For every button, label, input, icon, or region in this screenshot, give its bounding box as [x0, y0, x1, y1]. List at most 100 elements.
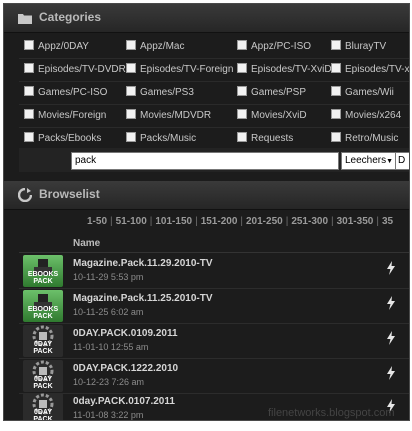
checkbox[interactable] [24, 109, 34, 119]
checkbox[interactable] [237, 109, 247, 119]
separator: | [376, 216, 379, 227]
page-link[interactable]: 301-350 [337, 216, 374, 227]
category-label: Movies/x264 [345, 110, 402, 121]
checkbox[interactable] [126, 132, 136, 142]
checkbox[interactable] [24, 132, 34, 142]
table-row[interactable]: EBOOKS PACK Magazine.Pack.11.29.2010-TV … [19, 254, 409, 289]
checkbox[interactable] [24, 86, 34, 96]
category-label: Episodes/TV-x [345, 64, 410, 75]
lightning-bolt-icon[interactable] [387, 366, 395, 380]
sort-select[interactable]: Leechers ▼ [341, 152, 397, 170]
category-games-ps3[interactable]: Games/PS3 [126, 86, 194, 100]
category-games-psp[interactable]: Games/PSP [237, 86, 306, 100]
separator: | [240, 216, 243, 227]
category-requests[interactable]: Requests [237, 132, 293, 146]
category-retro-music[interactable]: Retro/Music [331, 132, 398, 146]
category-label: Appz/PC-ISO [251, 41, 312, 52]
browselist-header: Browselist [4, 181, 409, 210]
folder-icon [18, 14, 32, 24]
category-movies-mdvdr[interactable]: Movies/MDVDR [126, 109, 211, 123]
page-link[interactable]: 35 [382, 216, 393, 227]
thumb-label: 0DAY PACK [33, 376, 53, 390]
category-label: Movies/MDVDR [140, 110, 212, 121]
torrent-name-link[interactable]: Magazine.Pack.11.29.2010-TV [73, 258, 213, 269]
refresh-icon [18, 188, 32, 202]
torrent-name-link[interactable]: Magazine.Pack.11.25.2010-TV [73, 293, 213, 304]
category-label: Episodes/TV-XviD [251, 64, 332, 75]
checkbox[interactable] [331, 132, 341, 142]
search-input[interactable]: pack [71, 152, 339, 170]
chevron-down-icon: ▼ [386, 158, 393, 165]
category-episodes-tv-foreign[interactable]: Episodes/TV-Foreign [126, 63, 233, 77]
page-link[interactable]: 1-50 [87, 216, 107, 227]
category-label: Games/PSP [251, 87, 307, 98]
torrent-name-link[interactable]: 0DAY.PACK.1222.2010 [73, 363, 178, 374]
category-bluraytv[interactable]: BlurayTV [331, 40, 386, 54]
lightning-bolt-icon[interactable] [387, 261, 395, 275]
category-movies-x264[interactable]: Movies/x264 [331, 109, 401, 123]
category-label: Games/PS3 [140, 87, 194, 98]
lightning-bolt-icon[interactable] [387, 296, 395, 310]
torrent-date: 11-01-10 12:55 am [73, 342, 149, 352]
browselist-title: Browselist [39, 187, 100, 201]
separator: | [149, 216, 153, 227]
page-link[interactable]: 101-150 [155, 216, 192, 227]
category-label: BlurayTV [345, 41, 387, 52]
page-link[interactable]: 251-300 [291, 216, 328, 227]
separator: | [195, 216, 198, 227]
checkbox[interactable] [126, 40, 136, 50]
torrent-name-link[interactable]: 0DAY.PACK.0109.2011 [73, 328, 178, 339]
page-link[interactable]: 201-250 [246, 216, 283, 227]
column-name[interactable]: Name [73, 238, 100, 249]
categories-header: Categories [4, 4, 409, 33]
checkbox[interactable] [237, 40, 247, 50]
category-label: Packs/Ebooks [38, 133, 102, 144]
category-grid: Appz/0DAY Appz/Mac Appz/PC-ISO BlurayTV … [19, 36, 409, 151]
checkbox[interactable] [24, 63, 34, 73]
checkbox[interactable] [237, 63, 247, 73]
torrent-date: 10-11-25 6:02 am [73, 307, 144, 317]
checkbox[interactable] [24, 40, 34, 50]
oday-pack-thumbnail: 0DAY PACK [23, 360, 63, 392]
checkbox[interactable] [126, 109, 136, 119]
app-frame: Categories Appz/0DAY Appz/Mac Appz/PC-IS… [3, 3, 410, 421]
table-row[interactable]: EBOOKS PACK Magazine.Pack.11.25.2010-TV … [19, 289, 409, 324]
category-label: Episodes/TV-Foreign [140, 64, 234, 75]
checkbox[interactable] [237, 132, 247, 142]
categories-title: Categories [39, 10, 102, 24]
checkbox[interactable] [126, 86, 136, 96]
category-row: Movies/Foreign Movies/MDVDR Movies/XviD … [19, 105, 409, 128]
order-select[interactable]: D [395, 152, 409, 170]
category-games-wii[interactable]: Games/Wii [331, 86, 394, 100]
thumb-label: 0DAY PACK [33, 409, 53, 421]
category-packs-ebooks[interactable]: Packs/Ebooks [24, 132, 101, 146]
category-episodes-tv-dvdr[interactable]: Episodes/TV-DVDR [24, 63, 126, 77]
table-row[interactable]: 0DAY PACK 0DAY.PACK.1222.2010 10-12-23 7… [19, 359, 409, 394]
torrent-date: 11-01-08 3:22 pm [73, 410, 144, 420]
checkbox[interactable] [331, 86, 341, 96]
page-link[interactable]: 51-100 [116, 216, 147, 227]
checkbox[interactable] [331, 63, 341, 73]
table-row[interactable]: 0DAY PACK 0DAY.PACK.0109.2011 11-01-10 1… [19, 324, 409, 359]
category-movies-foreign[interactable]: Movies/Foreign [24, 109, 106, 123]
checkbox[interactable] [331, 109, 341, 119]
checkbox[interactable] [331, 40, 341, 50]
category-episodes-tv-x[interactable]: Episodes/TV-x [331, 63, 409, 77]
category-label: Movies/XviD [251, 110, 307, 121]
checkbox[interactable] [126, 63, 136, 73]
category-row: Appz/0DAY Appz/Mac Appz/PC-ISO BlurayTV [19, 36, 409, 59]
category-label: Episodes/TV-DVDR [38, 64, 126, 75]
checkbox[interactable] [237, 86, 247, 96]
search-bar: pack Leechers ▼ D [19, 148, 409, 172]
page-link[interactable]: 151-200 [201, 216, 238, 227]
category-appz-mac[interactable]: Appz/Mac [126, 40, 184, 54]
lightning-bolt-icon[interactable] [387, 331, 395, 345]
category-appz-0day[interactable]: Appz/0DAY [24, 40, 89, 54]
category-episodes-tv-xvid[interactable]: Episodes/TV-XviD [237, 63, 332, 77]
category-appz-pc-iso[interactable]: Appz/PC-ISO [237, 40, 311, 54]
category-packs-music[interactable]: Packs/Music [126, 132, 196, 146]
ebook-pack-thumbnail: EBOOKS PACK [23, 290, 63, 322]
torrent-name-link[interactable]: 0day.PACK.0107.2011 [73, 396, 175, 407]
category-movies-xvid[interactable]: Movies/XviD [237, 109, 307, 123]
category-games-pc-iso[interactable]: Games/PC-ISO [24, 86, 107, 100]
